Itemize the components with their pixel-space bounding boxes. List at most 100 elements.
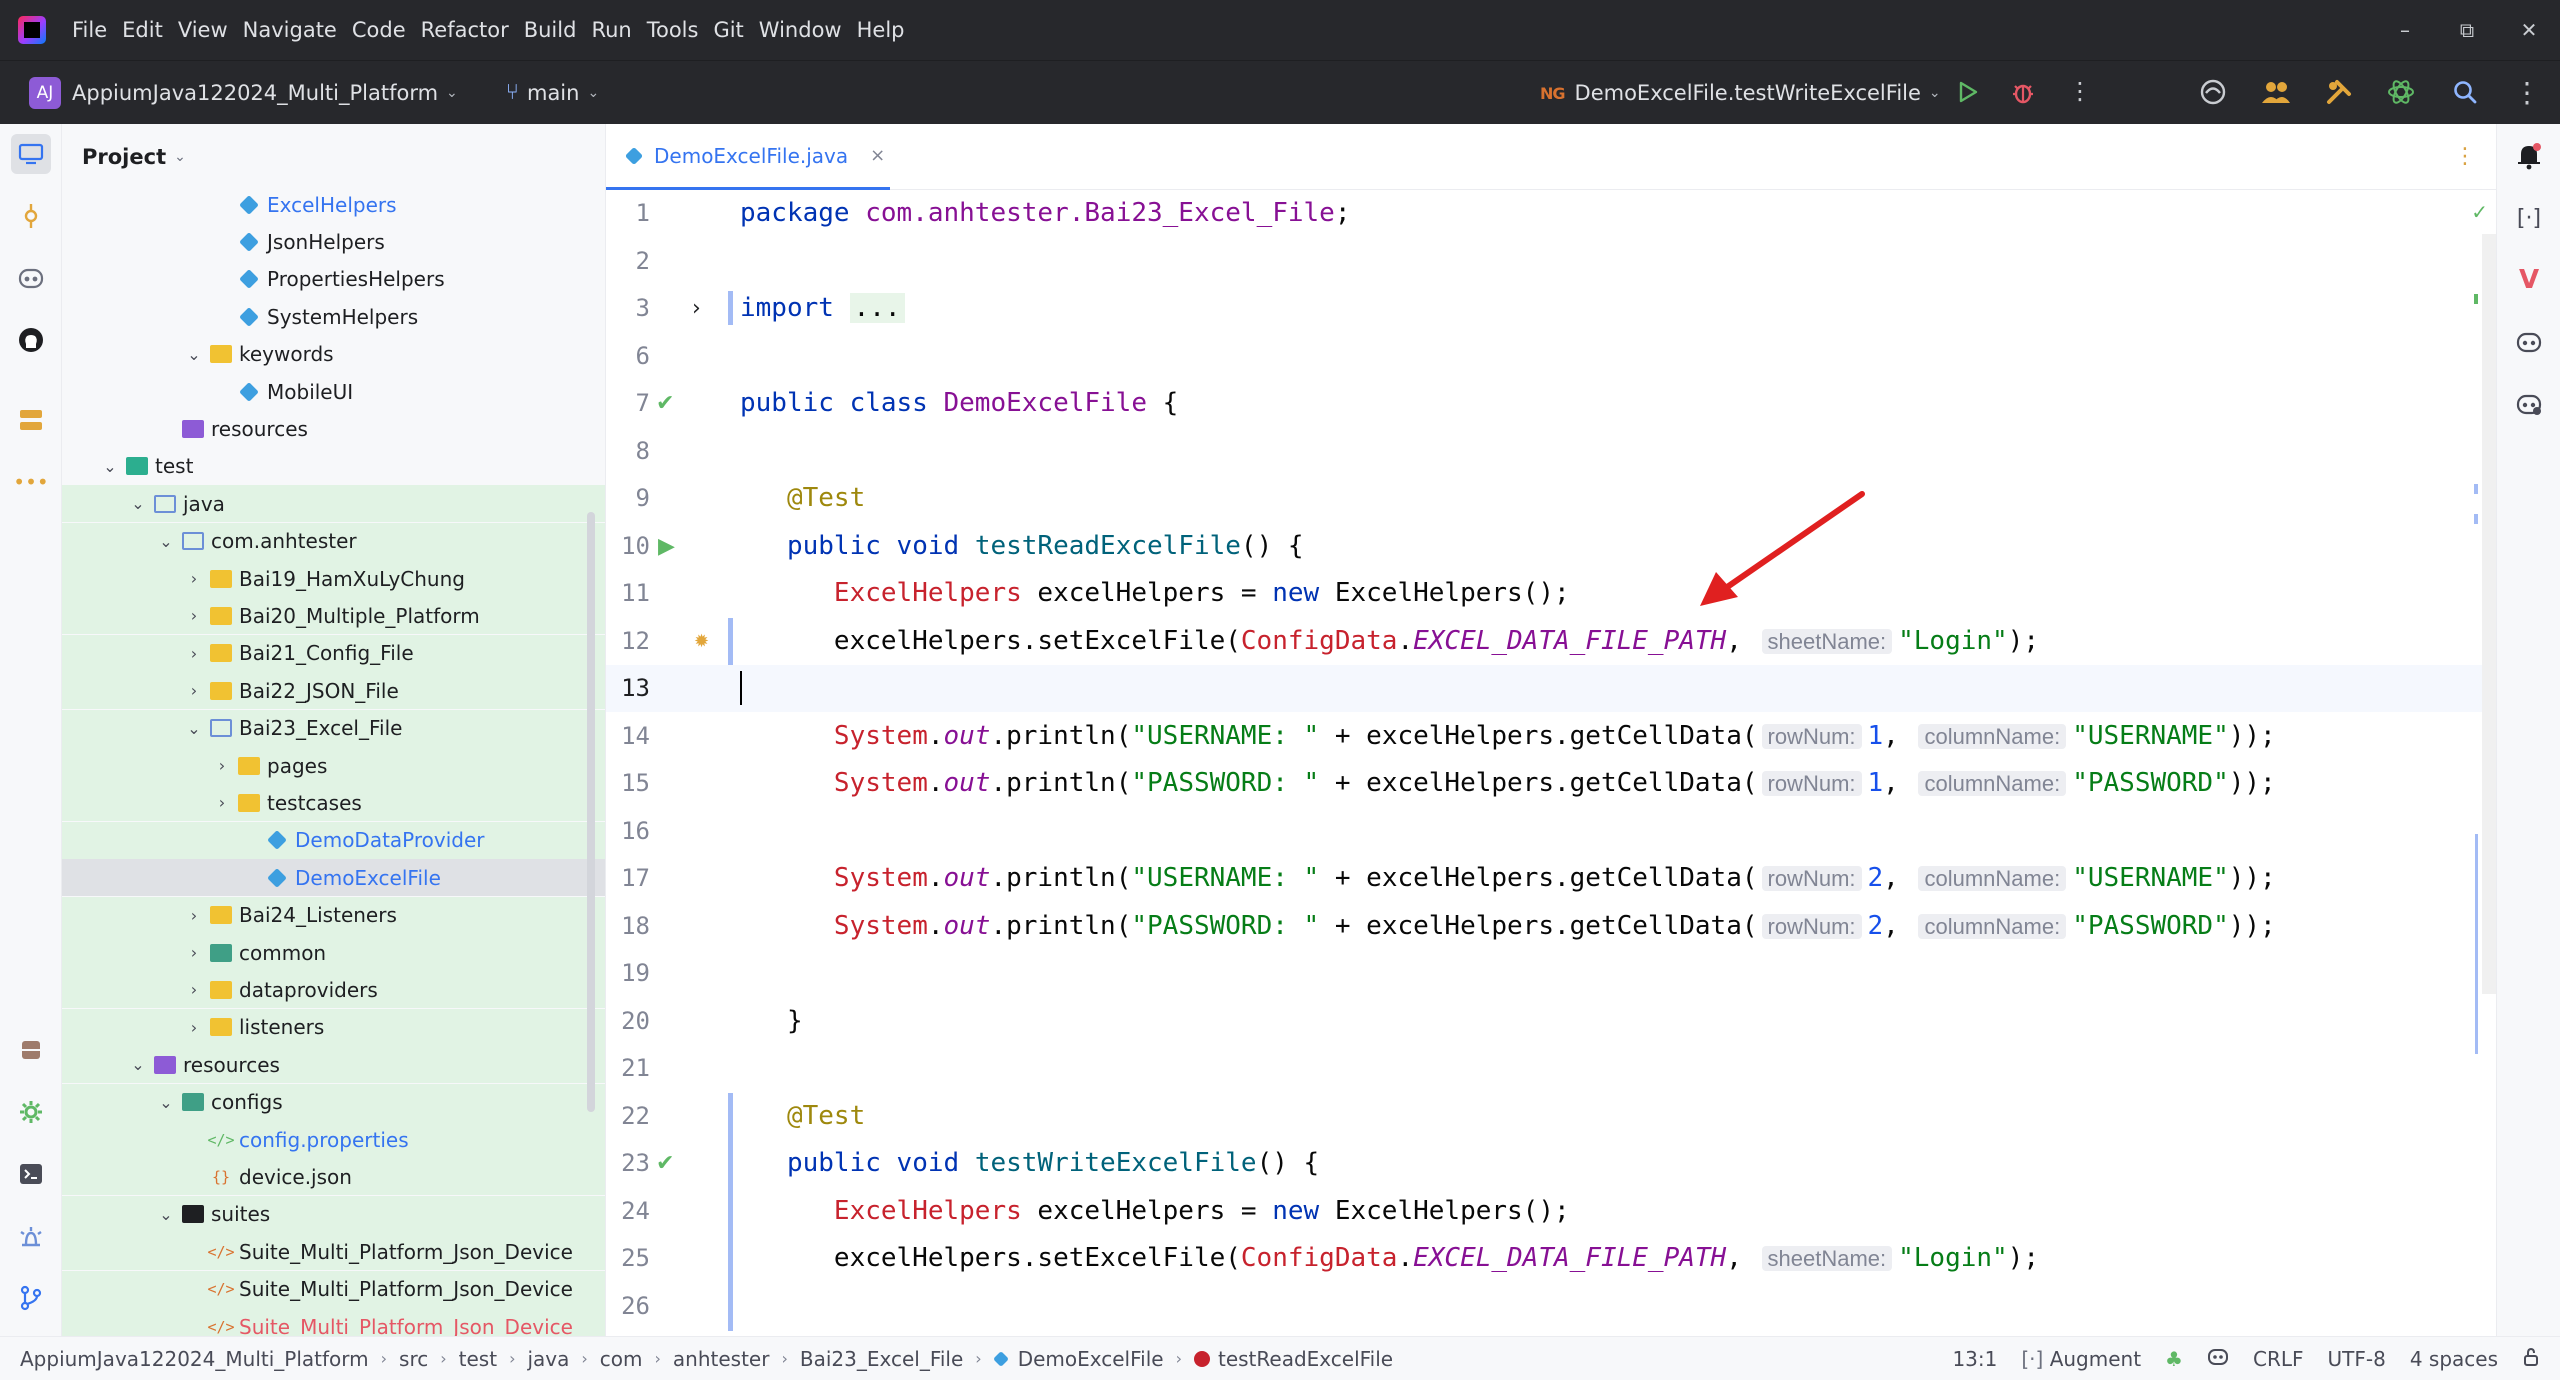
expanded-chevron-icon[interactable]: ⌄ (126, 494, 150, 513)
tree-item[interactable]: </> config.properties (62, 1121, 605, 1158)
tree-item[interactable]: › Bai24_Listeners (62, 896, 605, 934)
line-number[interactable]: 6 (606, 333, 650, 380)
code-line[interactable]: 22 @Test (606, 1092, 2496, 1141)
code-line[interactable]: 8 (606, 428, 2496, 475)
tree-item[interactable]: DemoExcelFile (62, 859, 605, 897)
code-line[interactable]: 17 System.out.println("USERNAME: " + exc… (606, 855, 2496, 902)
collapsed-chevron-icon[interactable]: › (182, 681, 206, 700)
line-number[interactable]: 16 (606, 808, 650, 855)
git-log-icon[interactable] (11, 1278, 51, 1318)
encoding-widget[interactable]: UTF-8 (2328, 1347, 2386, 1371)
tab-demoexcelfile-java[interactable]: DemoExcelFile.java × (606, 124, 890, 190)
expanded-chevron-icon[interactable]: ⌄ (182, 719, 206, 738)
intention-bulb-icon[interactable]: ✹ (694, 618, 709, 665)
git-branch-dropdown[interactable]: ⑂ main ⌄ (506, 80, 599, 105)
more-actions-icon[interactable]: ⋮ (2068, 77, 2092, 105)
json-structure-icon[interactable]: [·] (2509, 198, 2549, 238)
breadcrumb-item[interactable]: Bai23_Excel_File (800, 1347, 963, 1371)
code-line[interactable]: 21 (606, 1045, 2496, 1092)
collapsed-chevron-icon[interactable]: › (182, 569, 206, 588)
collapsed-chevron-icon[interactable]: › (210, 793, 234, 812)
line-number[interactable]: 22 (606, 1093, 650, 1140)
code-area[interactable]: 1 package com.anhtester.Bai23_Excel_File;… (606, 190, 2496, 1336)
code-line[interactable]: 15 System.out.println("PASSWORD: " + exc… (606, 760, 2496, 807)
line-number[interactable]: 17 (606, 855, 650, 902)
tree-item[interactable]: › Bai21_Config_File (62, 634, 605, 672)
line-number[interactable]: 21 (606, 1045, 650, 1092)
github-icon[interactable] (11, 320, 51, 360)
code-line[interactable]: 13 (606, 665, 2496, 712)
test-passed-icon[interactable]: ✔ (656, 1140, 674, 1187)
line-number[interactable]: 19 (606, 950, 650, 997)
tree-item[interactable]: › testcases (62, 784, 605, 822)
collapsed-chevron-icon[interactable]: › (182, 980, 206, 999)
code-line[interactable]: 19 (606, 950, 2496, 997)
collapsed-chevron-icon[interactable]: › (182, 1018, 206, 1037)
structure-icon[interactable] (11, 400, 51, 440)
tree-status-icon[interactable]: ♣ (2165, 1347, 2183, 1371)
expanded-chevron-icon[interactable]: ⌄ (182, 345, 206, 364)
line-number[interactable]: 24 (606, 1188, 650, 1235)
breadcrumb-item[interactable]: com (600, 1347, 643, 1371)
menu-navigate[interactable]: Navigate (243, 18, 337, 42)
menu-code[interactable]: Code (352, 18, 406, 42)
breadcrumb-item[interactable]: testReadExcelFile (1193, 1347, 1393, 1371)
code-line[interactable]: 2 (606, 238, 2496, 285)
line-number[interactable]: 26 (606, 1283, 650, 1330)
augment-widget[interactable]: [·] Augment (2021, 1347, 2141, 1371)
notifications-icon[interactable] (2509, 136, 2549, 176)
settings-more-icon[interactable]: ⋮ (2510, 75, 2544, 109)
tree-item[interactable]: resources (62, 410, 605, 447)
line-number[interactable]: 20 (606, 998, 650, 1045)
tree-item[interactable]: ⌄ test (62, 448, 605, 485)
collapsed-chevron-icon[interactable]: › (182, 943, 206, 962)
copilot-chat-icon[interactable] (2509, 322, 2549, 362)
code-line[interactable]: 25 excelHelpers.setExcelFile(ConfigData.… (606, 1235, 2496, 1283)
line-number[interactable]: 9 (606, 475, 650, 522)
menu-file[interactable]: File (72, 18, 107, 42)
tree-item[interactable]: </> Suite_Multi_Platform_Json_Device (62, 1233, 605, 1271)
breadcrumb-item[interactable]: src (399, 1347, 428, 1371)
services-icon[interactable] (11, 1092, 51, 1132)
build-tools-icon[interactable] (2322, 75, 2356, 109)
project-tree-scrollbar[interactable] (587, 512, 595, 1112)
code-line[interactable]: 12 excelHelpers.setExcelFile(ConfigData.… (606, 617, 2496, 665)
line-number[interactable]: 8 (606, 428, 650, 475)
tree-item[interactable]: ⌄ Bai23_Excel_File (62, 709, 605, 747)
caret-position[interactable]: 13:1 (1952, 1347, 1997, 1371)
tree-item[interactable]: › pages (62, 747, 605, 784)
menu-help[interactable]: Help (857, 18, 905, 42)
fold-expand-icon[interactable]: › (692, 285, 701, 332)
code-line[interactable]: 11 ExcelHelpers excelHelpers = new Excel… (606, 570, 2496, 617)
menu-refactor[interactable]: Refactor (421, 18, 509, 42)
search-icon[interactable] (2448, 75, 2482, 109)
minimize-button[interactable]: – (2374, 18, 2436, 42)
code-line[interactable]: 9 @Test (606, 475, 2496, 522)
run-test-icon[interactable]: ▶ (658, 523, 675, 570)
code-line[interactable]: 3 import ... › (606, 285, 2496, 332)
expanded-chevron-icon[interactable]: ⌄ (154, 1093, 178, 1112)
tree-item[interactable]: › Bai20_Multiple_Platform (62, 597, 605, 635)
expanded-chevron-icon[interactable]: ⌄ (154, 1205, 178, 1224)
menu-run[interactable]: Run (591, 18, 631, 42)
breadcrumb-item[interactable]: AppiumJava122024_Multi_Platform (20, 1347, 369, 1371)
code-line[interactable]: 7 public class DemoExcelFile {✔ (606, 380, 2496, 427)
tree-item[interactable]: PropertiesHelpers (62, 261, 605, 298)
line-number[interactable]: 15 (606, 760, 650, 807)
line-number[interactable]: 23 (606, 1140, 650, 1187)
vasp-icon[interactable]: V (2509, 260, 2549, 300)
line-number[interactable]: 14 (606, 713, 650, 760)
editor-scrollbar[interactable] (2482, 234, 2496, 994)
code-line[interactable]: 23 public void testWriteExcelFile() {✔ (606, 1140, 2496, 1188)
collapsed-chevron-icon[interactable]: › (182, 644, 206, 663)
expanded-chevron-icon[interactable]: ⌄ (154, 532, 178, 551)
line-number[interactable]: 25 (606, 1235, 650, 1282)
lock-icon[interactable] (2522, 1347, 2540, 1372)
tree-item[interactable]: › listeners (62, 1008, 605, 1046)
tree-item[interactable]: JsonHelpers (62, 223, 605, 260)
line-number[interactable]: 12 (606, 618, 650, 665)
tab-options-icon[interactable]: ⋮ (2454, 144, 2476, 169)
run-configuration-dropdown[interactable]: NG DemoExcelFile.testWriteExcelFile ⌄ (1540, 61, 1941, 125)
tree-item[interactable]: </> Suite_Multi_Platform_Json_Device (62, 1308, 605, 1336)
code-line[interactable]: 18 System.out.println("PASSWORD: " + exc… (606, 903, 2496, 950)
